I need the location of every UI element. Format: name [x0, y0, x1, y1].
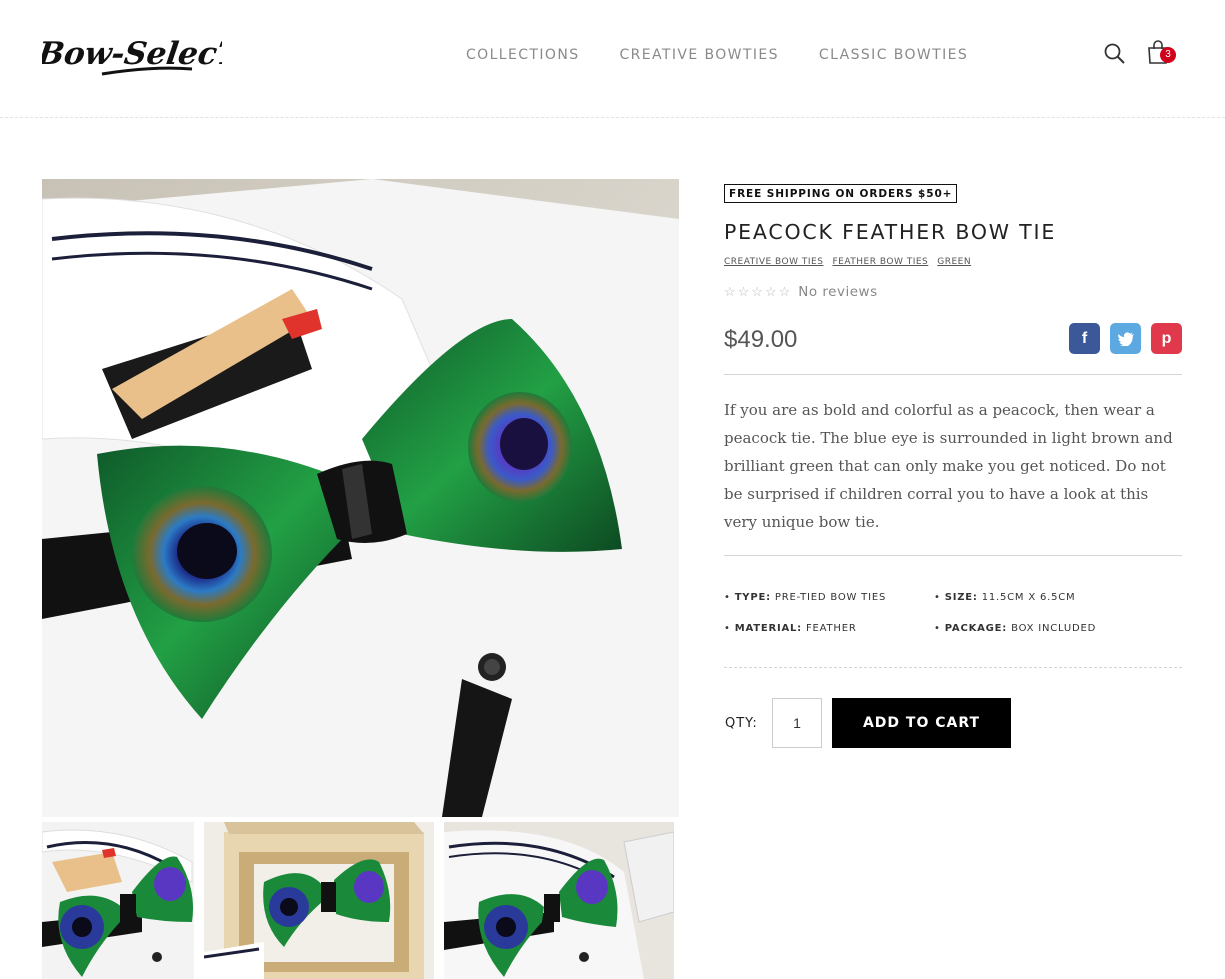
reviews-count: No reviews: [798, 284, 878, 300]
pinterest-icon: p: [1161, 329, 1172, 347]
share-pinterest-button[interactable]: p: [1151, 323, 1182, 354]
search-icon: [1104, 43, 1125, 64]
brand-logo[interactable]: Bow-SelecTie: [42, 26, 222, 82]
spec-material-label: MATERIAL:: [734, 623, 802, 634]
divider: [724, 555, 1182, 556]
product-tags: CREATIVE BOW TIES FEATHER BOW TIES GREEN: [724, 257, 971, 267]
product-thumbnail-3[interactable]: [444, 822, 674, 979]
thumbnail-image-2: [204, 822, 434, 979]
product-thumbnail-2[interactable]: [204, 822, 434, 979]
share-twitter-button[interactable]: t: [1110, 323, 1141, 354]
spec-package-value: BOX INCLUDED: [1011, 623, 1097, 634]
twitter-icon: [1117, 331, 1134, 346]
main-nav: COLLECTIONS CREATIVE BOWTIES CLASSIC BOW…: [466, 47, 1008, 63]
site-header: Bow-SelecTie COLLECTIONS CREATIVE BOWTIE…: [0, 0, 1225, 118]
tag-green[interactable]: GREEN: [937, 257, 971, 267]
divider: [724, 374, 1182, 375]
product-rating[interactable]: ☆☆☆☆☆ No reviews: [724, 284, 878, 300]
cart-button[interactable]: 3: [1147, 39, 1181, 69]
product-price: $49.00: [724, 326, 798, 353]
thumbnail-image-3: [444, 822, 674, 979]
nav-collections[interactable]: COLLECTIONS: [466, 47, 579, 63]
product-thumbnail-1[interactable]: [42, 822, 194, 979]
thumbnail-image-1: [42, 822, 194, 979]
nav-classic-bowties[interactable]: CLASSIC BOWTIES: [819, 47, 968, 63]
spec-type: • TYPE: PRE-TIED BOW TIES: [724, 592, 887, 603]
tag-creative-bow-ties[interactable]: CREATIVE BOW TIES: [724, 257, 823, 267]
tag-feather-bow-ties[interactable]: FEATHER BOW TIES: [832, 257, 928, 267]
facebook-icon: f: [1081, 329, 1088, 347]
spec-package: • PACKAGE: BOX INCLUDED: [934, 623, 1097, 634]
share-facebook-button[interactable]: f: [1069, 323, 1100, 354]
cart-count-badge: 3: [1160, 47, 1176, 63]
spec-size-value: 11.5CM X 6.5CM: [981, 592, 1076, 603]
quantity-input[interactable]: [772, 698, 822, 748]
peacock-bow-tie-photo: [42, 179, 679, 817]
spec-type-label: TYPE:: [734, 592, 771, 603]
nav-creative-bowties[interactable]: CREATIVE BOWTIES: [619, 47, 778, 63]
search-button[interactable]: [1103, 42, 1127, 66]
spec-package-label: PACKAGE:: [944, 623, 1008, 634]
spec-material-value: FEATHER: [805, 623, 857, 634]
free-shipping-badge: FREE SHIPPING ON ORDERS $50+: [724, 184, 958, 203]
product-description: If you are as bold and colorful as a pea…: [724, 401, 1173, 531]
spec-type-value: PRE-TIED BOW TIES: [774, 592, 887, 603]
product-title: PEACOCK FEATHER BOW TIE: [724, 220, 1057, 244]
divider: [724, 667, 1182, 668]
product-main-image[interactable]: [42, 179, 679, 817]
svg-text:Bow-SelecTie: Bow-SelecTie: [42, 36, 222, 72]
spec-size-label: SIZE:: [944, 592, 978, 603]
quantity-label: QTY:: [725, 716, 758, 731]
star-rating-icon: ☆☆☆☆☆: [724, 284, 793, 299]
spec-size: • SIZE: 11.5CM X 6.5CM: [934, 592, 1076, 603]
spec-material: • MATERIAL: FEATHER: [724, 623, 857, 634]
add-to-cart-button[interactable]: ADD TO CART: [832, 698, 1011, 748]
